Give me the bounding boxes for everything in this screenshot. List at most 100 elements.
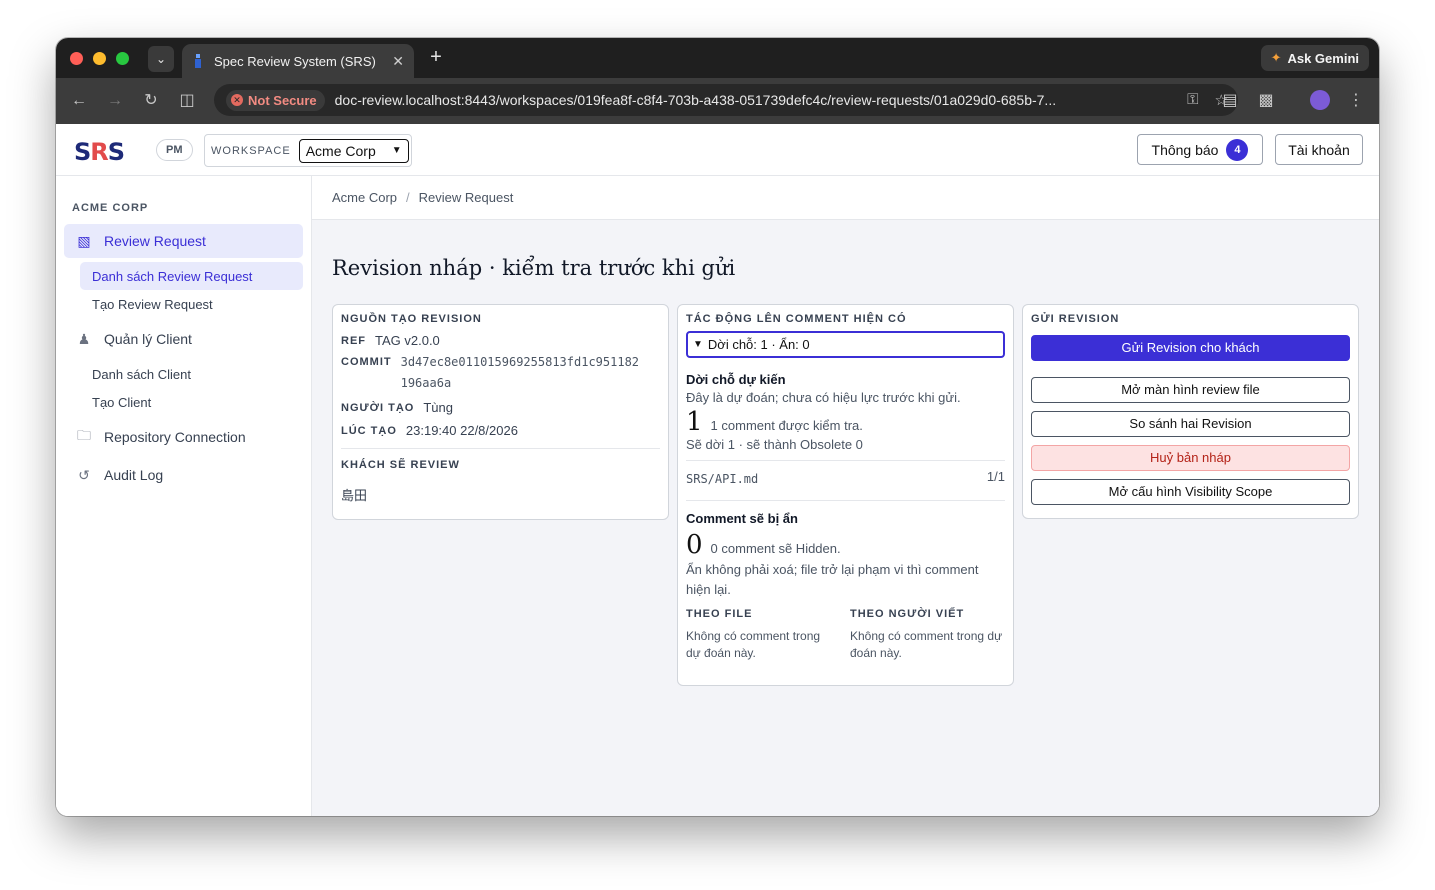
reader-mode-icon[interactable]: ◫ (176, 90, 198, 112)
cancel-draft-button[interactable]: Huỷ bản nháp (1031, 445, 1350, 471)
divider (341, 448, 660, 449)
ref-row: REF TAG v2.0.0 (341, 333, 660, 348)
minimize-window-button[interactable] (93, 52, 106, 65)
sidebar-item-label: Quản lý Client (104, 331, 192, 347)
breakdown-row: THEO FILE Không có comment trong dự đoán… (686, 608, 1005, 662)
divider (686, 500, 1005, 501)
card-title: NGUỒN TẠO REVISION (341, 313, 482, 325)
account-button[interactable]: Tài khoản (1275, 134, 1363, 165)
reviewer-title: KHÁCH SẼ REVIEW (341, 459, 460, 471)
sidebar-subitem-client-list[interactable]: Danh sách Client (80, 360, 303, 388)
sidebar-item-label: Audit Log (104, 467, 164, 483)
browser-toolbar: ← → ↻ ◫ ✕ Not Secure doc-review.localhos… (56, 78, 1379, 124)
tab-favicon-icon (192, 54, 204, 68)
sidebar-item-audit-log[interactable]: ↺ Audit Log (64, 458, 303, 492)
sidebar-item-label: Repository Connection (104, 429, 246, 445)
file-row: SRS/API.md 1/1 (686, 469, 1005, 490)
open-review-file-button[interactable]: Mở màn hình review file (1031, 377, 1350, 403)
by-file-label: THEO FILE (686, 608, 753, 620)
history-icon: ↺ (78, 466, 90, 483)
page-title: Revision nháp · kiểm tra trước khi gửi (332, 256, 736, 280)
browser-tab[interactable]: Spec Review System (SRS) ✕ (182, 44, 414, 78)
by-author-text: Không có comment trong dự đoán này. (850, 629, 1003, 660)
move-count-text: 1 comment được kiểm tra. (710, 418, 863, 433)
breadcrumb-org-link[interactable]: Acme Corp (332, 190, 397, 205)
by-file-text: Không có comment trong dự đoán này. (686, 629, 821, 660)
sidebar-item-client-manage[interactable]: ♟ Quản lý Client (64, 322, 303, 356)
security-chip[interactable]: ✕ Not Secure (226, 89, 325, 111)
commit-hash-line2: 196aa6a (400, 376, 452, 390)
browser-window: ⌄ Spec Review System (SRS) ✕ + ✦ Ask Gem… (56, 38, 1379, 816)
sidebar-subitem-review-create[interactable]: Tạo Review Request (80, 290, 303, 318)
visibility-scope-button[interactable]: Mở cấu hình Visibility Scope (1031, 479, 1350, 505)
reload-icon[interactable]: ↻ (140, 90, 162, 112)
workspace-label: WORKSPACE (211, 144, 291, 157)
sidebar-item-repository[interactable]: 🗀 Repository Connection (64, 420, 303, 454)
forward-icon[interactable]: → (104, 90, 126, 112)
file-name: SRS/API.md (686, 472, 759, 486)
sidebar-subitem-review-list[interactable]: Danh sách Review Request (80, 262, 303, 290)
created-value: 23:19:40 22/8/2026 (405, 423, 518, 438)
srs-logo[interactable]: SRS (74, 138, 125, 166)
ask-gemini-button[interactable]: ✦ Ask Gemini (1260, 45, 1369, 71)
address-bar[interactable]: ✕ Not Secure doc-review.localhost:8443/w… (214, 84, 1238, 116)
sidebar-item-label: Review Request (104, 233, 206, 249)
creator-value: Tùng (423, 400, 453, 415)
creator-label: NGƯỜI TẠO (341, 402, 415, 414)
move-count: 1 (686, 407, 703, 437)
workspace-select[interactable]: Acme Corp ▼ (298, 138, 409, 163)
close-tab-icon[interactable]: ✕ (392, 53, 404, 70)
new-tab-icon[interactable]: + (424, 46, 448, 70)
maximize-window-button[interactable] (116, 52, 129, 65)
send-revision-button[interactable]: Gửi Revision cho khách (1031, 335, 1350, 361)
app: SRS PM WORKSPACE Acme Corp ▼ Thông báo 4… (56, 124, 1379, 816)
commit-label: COMMIT (341, 356, 392, 368)
workspace-value: Acme Corp (305, 142, 376, 159)
compare-revisions-button[interactable]: So sánh hai Revision (1031, 411, 1350, 437)
inbox-icon: ▧ (77, 232, 91, 249)
move-note: Đây là dự đoán; chưa có hiệu lực trước k… (686, 390, 961, 405)
tab-search-chevron-icon[interactable]: ⌄ (148, 46, 174, 72)
breadcrumb: Acme Corp / Review Request (312, 176, 1379, 220)
divider (686, 460, 1005, 461)
ref-value: TAG v2.0.0 (375, 333, 440, 348)
disclosure-triangle-icon: ▼ (693, 339, 703, 350)
account-label: Tài khoản (1288, 141, 1350, 158)
card-title: TÁC ĐỘNG LÊN COMMENT HIỆN CÓ (686, 313, 907, 325)
creator-row: NGƯỜI TẠO Tùng (341, 400, 660, 415)
hidden-count-row: 0 0 comment sẽ Hidden. (686, 530, 1005, 560)
extensions-puzzle-icon[interactable]: ▩ (1255, 90, 1277, 112)
notification-count-badge: 4 (1226, 138, 1249, 161)
breadcrumb-separator: / (406, 190, 410, 205)
created-label: LÚC TẠO (341, 425, 397, 437)
more-menu-icon[interactable]: ⋮ (1345, 90, 1367, 112)
move-count-row: 1 1 comment được kiểm tra. (686, 407, 1005, 437)
extension-m-icon[interactable]: ▤ (1219, 90, 1241, 112)
hidden-section-title: Comment sẽ bị ẩn (686, 511, 798, 526)
reviewer-name: 島田 (341, 488, 368, 503)
notifications-label: Thông báo (1151, 141, 1219, 158)
notifications-button[interactable]: Thông báo 4 (1137, 134, 1263, 165)
workspace-selector: WORKSPACE Acme Corp ▼ (204, 134, 412, 167)
tab-bar: ⌄ Spec Review System (SRS) ✕ + ✦ Ask Gem… (56, 38, 1379, 78)
revision-source-card: NGUỒN TẠO REVISION REF TAG v2.0.0 COMMIT… (332, 304, 669, 520)
sidebar-subitem-client-create[interactable]: Tạo Client (80, 388, 303, 416)
move-section-title: Dời chỗ dự kiến (686, 372, 786, 387)
sidebar-item-review-request[interactable]: ▧ Review Request (64, 224, 303, 258)
move-detail: Sẽ dời 1 · sẽ thành Obsolete 0 (686, 437, 863, 452)
close-window-button[interactable] (70, 52, 83, 65)
profile-avatar[interactable] (1310, 90, 1330, 110)
back-icon[interactable]: ← (68, 90, 90, 112)
card-title: GỬI REVISION (1031, 313, 1120, 325)
hidden-count-text: 0 comment sẽ Hidden. (710, 541, 841, 556)
users-icon: ♟ (77, 330, 91, 347)
commit-row: COMMIT 3d47ec8e011015969255813fd1c951182… (341, 352, 660, 394)
impact-summary-toggle[interactable]: ▼ Dời chỗ: 1 · Ẩn: 0 (686, 331, 1005, 358)
password-key-icon[interactable]: ⚿ (1187, 91, 1198, 109)
chevron-down-icon: ▼ (391, 145, 402, 156)
ask-gemini-label: Ask Gemini (1287, 50, 1359, 66)
send-revision-card: GỬI REVISION Gửi Revision cho khách Mở m… (1022, 304, 1359, 519)
not-secure-label: Not Secure (248, 92, 317, 108)
url-text[interactable]: doc-review.localhost:8443/workspaces/019… (335, 92, 1187, 108)
impact-summary-label: Dời chỗ: 1 · Ẩn: 0 (707, 337, 810, 352)
